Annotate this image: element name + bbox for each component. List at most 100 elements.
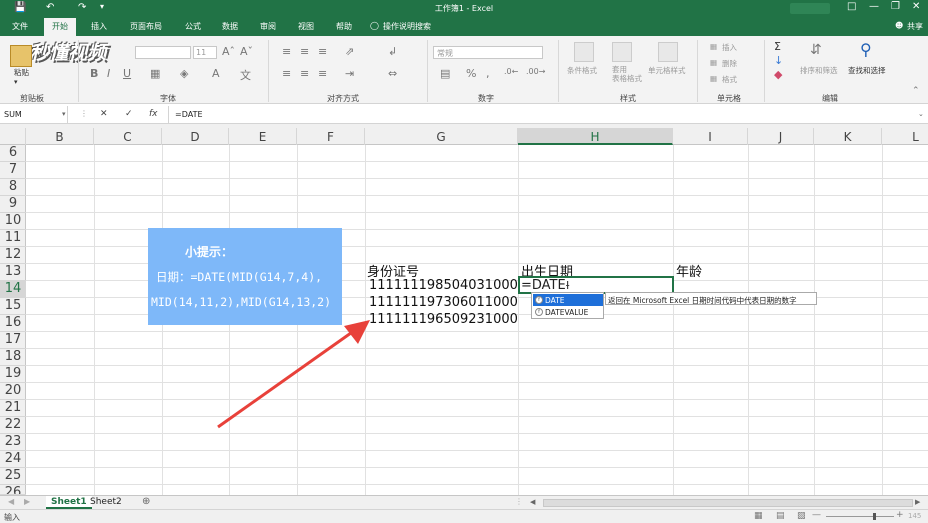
minimize-icon[interactable]: — — [869, 1, 879, 12]
normal-view-icon[interactable]: ▦ — [754, 511, 763, 521]
autocomplete-item-date[interactable]: f DATE — [533, 294, 603, 306]
column-header[interactable]: B — [26, 128, 94, 145]
wrap-text-icon[interactable]: ↲ — [388, 45, 397, 58]
zoom-in-icon[interactable]: + — [896, 510, 904, 520]
align-middle-icon[interactable]: ≡ — [300, 45, 309, 58]
row-header[interactable]: 13 — [0, 264, 26, 281]
autosum-icon[interactable]: Σ — [774, 40, 781, 53]
orientation-icon[interactable]: ⇗ — [345, 45, 354, 58]
font-size-select[interactable]: 11 — [193, 46, 217, 59]
row-header[interactable]: 25 — [0, 468, 26, 485]
paste-icon[interactable] — [10, 45, 32, 67]
horizontal-scrollbar[interactable] — [543, 499, 913, 507]
enter-entry-icon[interactable]: ✓ — [125, 109, 133, 119]
insert-button[interactable]: 插入 — [722, 42, 737, 53]
clear-icon[interactable]: ◆ — [774, 68, 782, 81]
expand-formula-icon[interactable]: ⌄ — [918, 110, 924, 118]
next-sheet-icon[interactable]: ▶ — [24, 497, 30, 506]
indent-icon[interactable]: ⇥ — [345, 67, 354, 80]
tab-data[interactable]: 数据 — [222, 21, 238, 32]
find-select-button[interactable]: 查找和选择 — [848, 65, 886, 76]
row-header[interactable]: 19 — [0, 366, 26, 383]
cell-g14[interactable]: 111111198504031000 — [369, 278, 518, 293]
row-header[interactable]: 18 — [0, 349, 26, 366]
border-icon[interactable]: ▦ — [150, 67, 160, 80]
font-name-select[interactable] — [135, 46, 191, 59]
scroll-left-icon[interactable]: ◀ — [530, 498, 535, 506]
row-header[interactable]: 21 — [0, 400, 26, 417]
row-header-selected[interactable]: 14 — [0, 281, 26, 298]
row-header[interactable]: 10 — [0, 213, 26, 230]
column-header[interactable]: L — [882, 128, 928, 145]
page-layout-view-icon[interactable]: ▤ — [776, 511, 785, 521]
delete-icon[interactable]: ▦ — [710, 58, 717, 67]
select-all-corner[interactable] — [0, 128, 26, 145]
prev-sheet-icon[interactable]: ◀ — [8, 497, 14, 506]
share-icon[interactable]: ☻ — [895, 21, 903, 30]
column-header[interactable]: G — [365, 128, 518, 145]
formula-input[interactable]: =DATE — [175, 110, 203, 119]
insert-icon[interactable]: ▦ — [710, 42, 717, 51]
column-header[interactable]: F — [297, 128, 365, 145]
row-header[interactable]: 8 — [0, 179, 26, 196]
share-button[interactable]: 共享 — [907, 21, 923, 32]
add-sheet-icon[interactable]: ⊕ — [142, 496, 150, 507]
fill-color-icon[interactable]: ◈ — [180, 67, 188, 80]
name-box[interactable]: SUM — [0, 106, 68, 124]
tab-split-icon[interactable]: ⋮ — [515, 497, 523, 506]
row-header[interactable]: 7 — [0, 162, 26, 179]
column-header-selected[interactable]: H — [518, 128, 673, 145]
italic-icon[interactable]: I — [107, 67, 110, 80]
conditional-format-button[interactable]: 条件格式 — [567, 65, 597, 76]
column-header[interactable]: D — [162, 128, 229, 145]
find-icon[interactable]: ⚲ — [860, 40, 872, 59]
tab-insert[interactable]: 插入 — [91, 21, 107, 32]
underline-icon[interactable]: U — [123, 67, 131, 80]
collapse-ribbon-icon[interactable]: ⌃ — [912, 86, 920, 96]
decrease-decimal-icon[interactable]: .00→ — [526, 67, 545, 76]
row-header[interactable]: 26 — [0, 485, 26, 495]
column-header[interactable]: C — [94, 128, 162, 145]
increase-decimal-icon[interactable]: .0← — [504, 67, 518, 76]
name-box-dropdown-icon[interactable]: ▾ — [62, 110, 66, 118]
tab-formulas[interactable]: 公式 — [185, 21, 201, 32]
bold-icon[interactable]: B — [90, 67, 98, 80]
zoom-level[interactable]: 145 — [908, 512, 921, 520]
row-header[interactable]: 16 — [0, 315, 26, 332]
row-header[interactable]: 12 — [0, 247, 26, 264]
tab-review[interactable]: 审阅 — [260, 21, 276, 32]
row-header[interactable]: 17 — [0, 332, 26, 349]
row-header[interactable]: 9 — [0, 196, 26, 213]
close-icon[interactable]: ✕ — [912, 1, 920, 12]
paste-dropdown-icon[interactable]: ▾ — [14, 78, 18, 86]
cell-g16[interactable]: 111111196509231000 — [369, 312, 518, 327]
table-format-icon[interactable] — [612, 42, 632, 62]
column-header[interactable]: J — [748, 128, 814, 145]
tab-view[interactable]: 视图 — [298, 21, 314, 32]
font-color-icon[interactable]: A — [212, 67, 220, 80]
insert-function-icon[interactable]: fx — [149, 109, 158, 119]
cell-i13[interactable]: 年龄 — [676, 261, 702, 280]
row-header[interactable]: 15 — [0, 298, 26, 315]
row-header[interactable]: 24 — [0, 451, 26, 468]
sheet-tab[interactable]: Sheet2 — [85, 496, 127, 509]
row-header[interactable]: 23 — [0, 434, 26, 451]
fill-icon[interactable]: ↓ — [774, 54, 783, 67]
sort-filter-button[interactable]: 排序和筛选 — [800, 65, 838, 76]
scroll-right-icon[interactable]: ▶ — [915, 498, 920, 506]
cell-style-icon[interactable] — [658, 42, 678, 62]
zoom-slider[interactable] — [826, 516, 894, 517]
align-right-icon[interactable]: ≡ — [318, 67, 327, 80]
autocomplete-item-datevalue[interactable]: f DATEVALUE — [533, 306, 603, 318]
column-header[interactable]: K — [814, 128, 882, 145]
percent-icon[interactable]: % — [466, 67, 476, 80]
format-button[interactable]: 格式 — [722, 74, 737, 85]
row-header[interactable]: 20 — [0, 383, 26, 400]
column-header[interactable]: I — [673, 128, 748, 145]
grow-font-icon[interactable]: Aˆ — [222, 45, 235, 58]
maximize-icon[interactable]: ❐ — [891, 1, 900, 12]
tab-file[interactable]: 文件 — [12, 21, 28, 32]
zoom-out-icon[interactable]: — — [812, 510, 821, 520]
account-area[interactable] — [790, 3, 830, 14]
row-header[interactable]: 11 — [0, 230, 26, 247]
